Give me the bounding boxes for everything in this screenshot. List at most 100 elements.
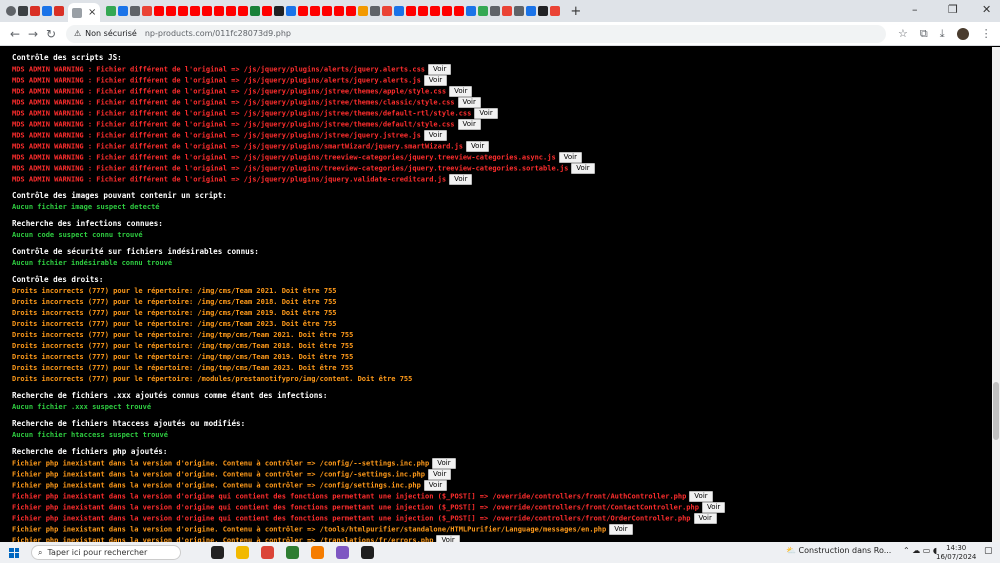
report-line-text: MDS ADMIN WARNING : Fichier différent de… xyxy=(12,164,569,173)
forward-button[interactable]: → xyxy=(24,27,42,41)
windows-start-icon[interactable] xyxy=(9,547,19,558)
tab-favicon-icon[interactable] xyxy=(454,6,465,16)
voir-button[interactable]: Voir xyxy=(449,86,473,97)
report-line: Droits incorrects (777) pour le répertoi… xyxy=(12,319,337,329)
tab-favicon-icon[interactable] xyxy=(214,6,225,16)
tab-favicon-icon[interactable] xyxy=(430,6,441,16)
tab-favicon-icon[interactable] xyxy=(118,6,129,16)
voir-button[interactable]: Voir xyxy=(693,513,717,524)
voir-button[interactable]: Voir xyxy=(457,119,481,130)
tab-favicon-icon[interactable] xyxy=(334,6,345,16)
tab-favicon-icon[interactable] xyxy=(238,6,249,16)
tab-favicon-icon[interactable] xyxy=(178,6,189,16)
tab-favicon-icon[interactable] xyxy=(394,6,405,16)
tab-favicon-icon[interactable] xyxy=(418,6,429,16)
voir-button[interactable]: Voir xyxy=(423,75,448,86)
tab-favicon-icon[interactable] xyxy=(322,6,333,16)
window-minimize-button[interactable]: – xyxy=(912,3,918,16)
tab-favicon-icon[interactable] xyxy=(202,6,213,16)
voir-button[interactable]: Voir xyxy=(428,64,452,75)
tab-favicon-icon[interactable] xyxy=(54,6,64,16)
taskbar-app-icon[interactable] xyxy=(236,546,249,559)
tab-favicon-icon[interactable] xyxy=(42,6,52,16)
report-line-text: Fichier php inexistant dans la version d… xyxy=(12,481,421,490)
menu-icon[interactable]: ⋮ xyxy=(981,27,992,40)
reload-button[interactable]: ↻ xyxy=(42,27,60,41)
window-restore-button[interactable]: ❐ xyxy=(948,3,958,16)
voir-button[interactable]: Voir xyxy=(571,163,595,174)
download-icon[interactable]: ⤓ xyxy=(940,27,945,41)
taskbar-app-icon[interactable] xyxy=(286,546,299,559)
tab-favicon-icon[interactable] xyxy=(226,6,237,16)
weather-widget[interactable]: ⛅ Construction dans Ro... xyxy=(786,546,891,555)
address-bar[interactable]: ⚠ Non sécurisé np-products.com/011fc2807… xyxy=(66,24,886,43)
tab-favicon-icon[interactable] xyxy=(358,6,369,16)
tab-favicon-icon[interactable] xyxy=(406,6,417,16)
tab-favicon-icon[interactable] xyxy=(382,6,393,16)
tab-favicon-icon[interactable] xyxy=(370,6,381,16)
voir-button[interactable]: Voir xyxy=(428,469,452,480)
taskbar-app-icon[interactable] xyxy=(211,546,224,559)
tab-favicon-icon[interactable] xyxy=(142,6,153,16)
tab-favicon-icon[interactable] xyxy=(106,6,117,16)
tab-favicon-icon[interactable] xyxy=(30,6,40,16)
tab-favicon-icon[interactable] xyxy=(346,6,357,16)
notifications-icon[interactable]: ▢ xyxy=(984,546,993,556)
voir-button[interactable]: Voir xyxy=(558,152,583,163)
tab-close-icon[interactable]: × xyxy=(88,7,96,18)
voir-button[interactable]: Voir xyxy=(701,502,726,513)
tab-favicon-icon[interactable] xyxy=(18,6,28,16)
warning-icon[interactable]: ⚠ xyxy=(74,29,81,38)
voir-button[interactable]: Voir xyxy=(474,108,498,119)
taskbar-app-icon[interactable] xyxy=(361,546,374,559)
report-line-text: Droits incorrects (777) pour le répertoi… xyxy=(12,342,354,350)
back-button[interactable]: ← xyxy=(6,27,24,41)
scrollbar-thumb[interactable] xyxy=(993,382,999,440)
bookmark-star-icon[interactable]: ☆ xyxy=(898,27,908,40)
tab-favicon-icon[interactable] xyxy=(154,6,165,16)
tab-favicon-icon[interactable] xyxy=(250,6,261,16)
tab-favicon-icon[interactable] xyxy=(538,6,549,16)
voir-button[interactable]: Voir xyxy=(423,480,448,491)
voir-button[interactable]: Voir xyxy=(423,130,448,141)
tab-favicon-icon[interactable] xyxy=(526,6,537,16)
tab-favicon-icon[interactable] xyxy=(502,6,513,16)
tab-favicon-icon[interactable] xyxy=(262,6,273,16)
tab-favicon-icon[interactable] xyxy=(130,6,141,16)
scrollbar[interactable] xyxy=(992,47,1000,542)
voir-button[interactable]: Voir xyxy=(449,174,473,185)
tab-search-icon[interactable] xyxy=(6,6,16,16)
extensions-icon[interactable]: ⧉ xyxy=(920,27,928,41)
taskbar-search[interactable]: ⌕ Taper ici pour rechercher xyxy=(31,545,181,560)
tab-favicon-icon[interactable] xyxy=(550,6,561,16)
voir-button[interactable]: Voir xyxy=(689,491,713,502)
voir-button[interactable]: Voir xyxy=(609,524,633,535)
profile-avatar[interactable] xyxy=(956,27,969,40)
tab-favicon-icon[interactable] xyxy=(286,6,297,16)
security-label[interactable]: Non sécurisé xyxy=(85,29,137,38)
tab-favicon-icon[interactable] xyxy=(478,6,489,16)
voir-button[interactable]: Voir xyxy=(457,97,481,108)
tab-favicon-icon[interactable] xyxy=(310,6,321,16)
voir-button[interactable]: Voir xyxy=(465,141,490,152)
tab-favicon-icon[interactable] xyxy=(442,6,453,16)
active-tab[interactable]: × xyxy=(68,3,101,22)
weather-icon: ⛅ xyxy=(786,546,796,555)
tab-favicon-icon[interactable] xyxy=(298,6,309,16)
new-tab-button[interactable]: + xyxy=(570,4,581,19)
voir-button[interactable]: Voir xyxy=(436,535,460,542)
taskbar-app-icon[interactable] xyxy=(261,546,274,559)
system-tray[interactable]: ⌃ ☁ ▭ ◖ xyxy=(903,546,937,555)
tab-favicon-icon[interactable] xyxy=(274,6,285,16)
tab-favicon-icon[interactable] xyxy=(514,6,525,16)
taskbar-app-icon[interactable] xyxy=(336,546,349,559)
url-text[interactable]: np-products.com/011fc28073d9.php xyxy=(145,29,291,38)
window-close-button[interactable]: ✕ xyxy=(982,3,991,16)
tab-favicon-icon[interactable] xyxy=(490,6,501,16)
taskbar-app-icon[interactable] xyxy=(311,546,324,559)
tab-favicon-icon[interactable] xyxy=(190,6,201,16)
tab-favicon-icon[interactable] xyxy=(466,6,477,16)
tab-favicon-icon[interactable] xyxy=(166,6,177,16)
voir-button[interactable]: Voir xyxy=(432,458,456,469)
clock[interactable]: 14:30 16/07/2024 xyxy=(936,544,976,562)
